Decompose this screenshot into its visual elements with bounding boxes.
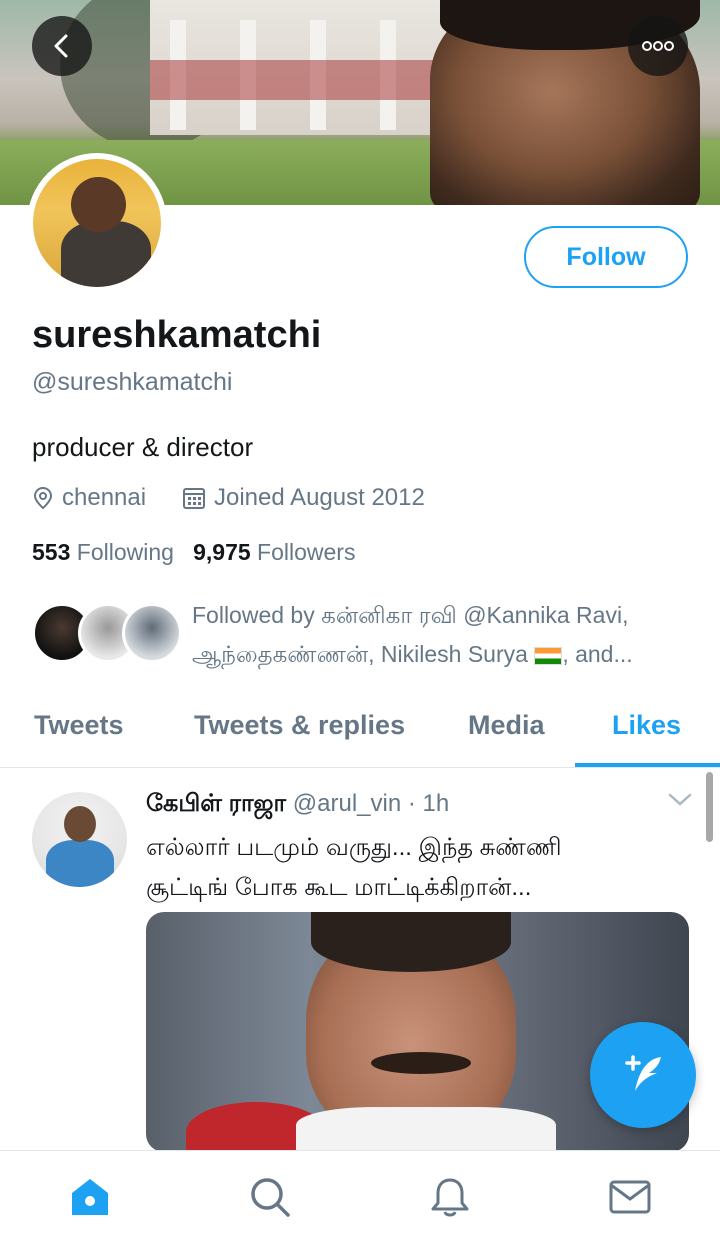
more-options-icon [642,41,674,51]
profile-bio: producer & director [32,432,254,462]
followed-by-line2: ஆந்தைகண்ணன், Nikilesh Surya [192,641,528,667]
tweet-author-handle[interactable]: @arul_vin [293,790,401,817]
tab-media[interactable]: Media [468,710,545,741]
bottom-navigation [0,1150,720,1244]
compose-tweet-button[interactable] [590,1022,696,1128]
profile-tabs: Tweets Tweets & replies Media Likes [0,700,720,768]
tweet-menu-button[interactable] [668,793,692,812]
following-link[interactable]: 553 Following [32,539,174,565]
india-flag-icon [534,646,563,665]
tweet-time: · 1h [407,790,450,817]
follow-button[interactable]: Follow [524,226,688,288]
followers-link[interactable]: 9,975 Followers [193,539,355,565]
followed-by-line2-row: ஆந்தைகண்ணன், Nikilesh Surya , and... [192,635,692,674]
profile-location-text: chennai [62,484,147,511]
following-count: 553 [32,539,71,565]
followers-label: Followers [257,539,356,565]
tweet-author-name[interactable]: கேபிள் ராஜா [146,790,286,817]
profile-joined: Joined August 2012 [182,484,425,512]
followed-by-text[interactable]: Followed by கன்னிகா ரவி @Kannika Ravi, ஆ… [192,596,692,674]
following-label: Following [76,539,174,565]
tab-tweets-replies[interactable]: Tweets & replies [194,710,405,741]
location-pin-icon [33,486,53,510]
tweet-media-image[interactable] [146,912,689,1152]
search-icon [251,1178,290,1217]
calendar-icon [183,488,205,509]
followed-by-suffix: , and... [562,641,633,667]
followers-count: 9,975 [193,539,251,565]
nav-notifications[interactable] [428,1175,472,1219]
profile-stats: 553 Following 9,975 Followers [32,539,355,566]
follower-avatar [122,603,182,663]
tweet-text-line1: எல்லார் படமும் வருது... இந்த சுண்ணி [146,834,562,861]
profile-joined-text: Joined August 2012 [214,484,425,511]
back-button[interactable] [32,16,92,76]
mail-icon [609,1180,651,1214]
profile-display-name: sureshkamatchi [32,314,322,356]
tab-likes[interactable]: Likes [612,710,681,741]
nav-search[interactable] [248,1175,292,1219]
tweet-author-avatar[interactable] [32,792,127,887]
followed-by-line1: Followed by கன்னிகா ரவி @Kannika Ravi, [192,602,629,628]
tab-tweets[interactable]: Tweets [34,710,124,741]
back-arrow-icon [54,34,68,58]
followed-by-avatars[interactable] [32,603,182,667]
banner-wall [150,60,450,100]
profile-avatar-image [33,159,161,287]
bell-icon [431,1178,469,1217]
nav-home[interactable] [68,1175,112,1219]
tweet-text: எல்லார் படமும் வருது... இந்த சுண்ணி சூட்… [146,828,686,908]
more-options-button[interactable] [628,16,688,76]
tweet-text-line2: சூட்டிங் போக கூட மாட்டிக்கிறான்... [146,874,532,901]
compose-tweet-icon [625,1055,661,1091]
chevron-down-icon [668,793,692,806]
scrollbar[interactable] [706,772,713,842]
nav-messages[interactable] [608,1175,652,1219]
home-icon [72,1179,108,1215]
profile-avatar[interactable] [27,153,167,293]
active-tab-indicator [575,763,720,767]
profile-handle: @sureshkamatchi [32,368,233,396]
tweet-header: கேபிள் ராஜா @arul_vin · 1h [146,790,449,820]
profile-location: chennai [32,484,146,512]
